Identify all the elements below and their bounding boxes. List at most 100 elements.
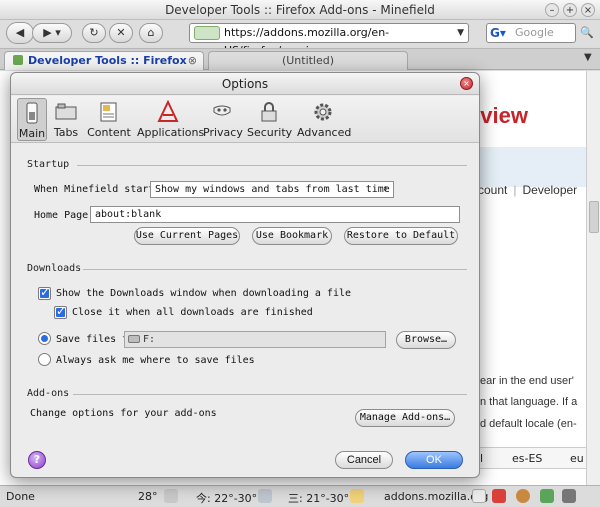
forward-arrow-icon: ▶ ▾ [43, 26, 61, 39]
pane-applications[interactable]: Applications [137, 98, 204, 141]
tab-developer-tools[interactable]: Developer Tools :: Firefox Ad... ⊗ [4, 51, 204, 85]
pane-main[interactable]: Main [17, 98, 47, 141]
section-divider [83, 269, 467, 270]
always-ask-label: Always ask me where to save files [56, 355, 255, 366]
window-title: Developer Tools :: Firefox Add-ons - Min… [165, 3, 435, 17]
startup-behavior-value: Show my windows and tabs from last time [155, 184, 390, 195]
home-page-input[interactable]: about:blank [90, 206, 460, 223]
download-folder-path: F: [143, 334, 156, 345]
use-current-pages-button[interactable]: Use Current Pages [134, 227, 240, 245]
table-cell: l [480, 452, 484, 465]
when-starts-label: When Minefield starts: [34, 184, 167, 195]
dialog-title-bar: Options × [11, 73, 479, 95]
url-bar[interactable]: https://addons.mozilla.org/en-US/firefox… [189, 23, 469, 57]
search-bar[interactable]: G▾ Google [486, 23, 576, 43]
browse-button[interactable]: Browse… [396, 331, 456, 349]
advanced-gear-icon [314, 103, 332, 121]
search-go-icon[interactable]: 🔍 [580, 26, 594, 39]
dialog-close-button[interactable]: × [460, 77, 473, 90]
forward-button[interactable]: ▶ ▾ [32, 23, 72, 43]
tab-untitled[interactable]: (Untitled) [208, 51, 408, 70]
show-downloads-label: Show the Downloads window when downloadi… [56, 288, 352, 299]
startup-behavior-select[interactable]: Show my windows and tabs from last time … [150, 181, 394, 198]
site-identity-icon[interactable] [194, 26, 220, 40]
use-bookmark-button[interactable]: Use Bookmark [252, 227, 332, 245]
search-placeholder: Google [515, 26, 554, 39]
tab-label: (Untitled) [281, 54, 335, 67]
pane-label: Security [247, 126, 293, 139]
pane-label: Tabs [53, 126, 79, 139]
addons-section-title: Add-ons [27, 388, 70, 399]
page-scrollbar[interactable] [586, 71, 600, 485]
close-when-done-checkbox[interactable] [54, 304, 67, 319]
weather-sun-cloud-icon[interactable] [350, 489, 364, 503]
pane-tabs[interactable]: Tabs [51, 98, 81, 141]
table-cell: eu [570, 452, 584, 465]
back-button[interactable]: ◀ [6, 22, 34, 44]
weather-storm-icon[interactable] [164, 489, 178, 503]
current-temperature: 28° [138, 490, 158, 503]
restore-default-button[interactable]: Restore to Default [344, 227, 458, 245]
help-button[interactable]: ? [28, 451, 46, 469]
forecast-today: 今: 22°-30° [196, 492, 258, 505]
reload-button[interactable]: ↻ [82, 23, 106, 43]
home-page-label: Home Page: [34, 210, 95, 221]
startup-section-title: Startup [27, 159, 70, 170]
pane-security[interactable]: Security [247, 98, 293, 141]
body-text-line: d default locale (en- [480, 418, 577, 430]
google-engine-icon[interactable]: G▾ [490, 26, 506, 40]
monkey-icon[interactable] [516, 489, 530, 503]
maximize-button[interactable]: + [563, 3, 577, 17]
addon-green-icon[interactable] [540, 489, 554, 503]
help-icon: ? [33, 453, 41, 466]
minimize-button[interactable]: – [545, 3, 559, 17]
pane-label: Applications [137, 126, 205, 139]
cancel-button[interactable]: Cancel [335, 451, 393, 469]
weather-cloud-icon[interactable] [258, 489, 272, 503]
tabs-icon [55, 103, 77, 120]
save-files-to-label: Save files to [56, 334, 135, 345]
tab-close-icon[interactable]: ⊗ [188, 52, 197, 70]
downloads-section-title: Downloads [27, 263, 82, 274]
show-downloads-checkbox[interactable] [38, 285, 51, 300]
tab-bar: Developer Tools :: Firefox Ad... ⊗ (Unti… [0, 48, 600, 85]
stop-icon: ✕ [116, 26, 126, 39]
title-bar: Developer Tools :: Firefox Add-ons - Min… [0, 0, 600, 20]
scrollbar-thumb[interactable] [589, 201, 599, 233]
ok-button[interactable]: OK [405, 451, 463, 469]
save-files-to-radio[interactable] [38, 332, 51, 345]
adblock-icon[interactable] [492, 489, 506, 503]
addon-status-icon[interactable] [472, 489, 486, 503]
browser-window: Developer Tools :: Firefox Add-ons - Min… [0, 0, 600, 507]
pane-label: Content [87, 126, 131, 139]
firebug-icon[interactable] [562, 489, 576, 503]
section-divider [73, 394, 467, 395]
pane-label: Main [18, 127, 46, 140]
tab-list-icon[interactable]: ▼ [584, 52, 592, 63]
manage-addons-button[interactable]: Manage Add-ons… [355, 409, 455, 427]
table-cell: es-ES [512, 452, 543, 465]
status-bar: Done 28° 今: 22°-30° 三: 21°-30° addons.mo… [0, 485, 600, 507]
pane-privacy[interactable]: Privacy [203, 98, 243, 141]
download-folder-field: F: [124, 331, 386, 348]
developer-link[interactable]: Developer [522, 183, 577, 197]
pane-advanced[interactable]: Advanced [297, 98, 351, 141]
close-window-button[interactable]: × [581, 3, 595, 17]
main-switch-icon [26, 102, 38, 124]
close-when-done-label: Close it when all downloads are finished [72, 307, 313, 318]
forecast-next: 三: 21°-30° [288, 492, 350, 505]
body-text-line: n that language. If a [480, 396, 578, 408]
addons-description: Change options for your add-ons [30, 408, 217, 419]
options-dialog: Options × Main Tabs Content Applications [10, 72, 480, 478]
pane-label: Privacy [203, 126, 243, 139]
dialog-title: Options [221, 77, 269, 91]
pane-content[interactable]: Content [87, 98, 131, 141]
select-arrow-icon: ⇕ [382, 184, 388, 194]
always-ask-radio[interactable] [38, 353, 51, 366]
url-dropdown-icon[interactable]: ▼ [457, 24, 464, 42]
body-text-line: ear in the end user' [480, 375, 574, 387]
home-icon: ⌂ [147, 26, 155, 39]
addon-favicon-icon [13, 55, 23, 65]
stop-button[interactable]: ✕ [109, 23, 133, 43]
home-button[interactable]: ⌂ [139, 23, 163, 43]
